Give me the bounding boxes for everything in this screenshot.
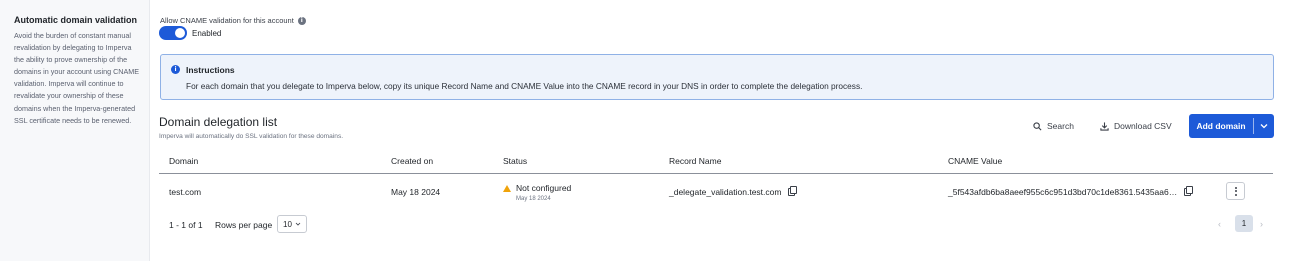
table-header: Domain Created on Status Record Name CNA… (159, 148, 1273, 174)
row-actions-menu-button[interactable] (1226, 182, 1245, 200)
main-panel: Allow CNAME validation for this account … (150, 0, 1295, 261)
status-date: May 18 2024 (516, 196, 551, 202)
section-title: Automatic domain validation (14, 15, 138, 25)
status-cell: Not configured May 18 2024 (503, 183, 571, 202)
rows-per-page-value: 10 (283, 219, 292, 229)
info-icon: i (171, 65, 180, 74)
record-name-cell: _delegate_validation.test.com (669, 186, 798, 197)
list-title: Domain delegation list (159, 115, 278, 129)
column-header-record-name[interactable]: Record Name (669, 156, 721, 166)
previous-page-button[interactable]: ‹ (1218, 219, 1221, 229)
record-name-value: _delegate_validation.test.com (669, 187, 782, 197)
toggle-knob (175, 28, 185, 38)
cname-value-cell: _5f543afdb6ba8aeef955c6c951d3bd70c1de836… (948, 186, 1194, 197)
rows-per-page-select[interactable]: 10 (277, 215, 307, 233)
copy-icon[interactable] (788, 186, 798, 196)
pagination-range: 1 - 1 of 1 (169, 220, 203, 230)
search-label: Search (1047, 121, 1074, 131)
domain-cell: test.com (169, 187, 202, 197)
toggle-label: Enabled (192, 28, 222, 38)
add-domain-button[interactable]: Add domain (1189, 114, 1274, 138)
column-header-status[interactable]: Status (503, 156, 527, 166)
warning-icon (503, 184, 511, 192)
chevron-down-icon (295, 222, 301, 226)
column-header-cname-value[interactable]: CNAME Value (948, 156, 1002, 166)
list-subtitle: Imperva will automatically do SSL valida… (159, 133, 344, 140)
column-header-created[interactable]: Created on (391, 156, 433, 166)
cname-validation-toggle[interactable] (159, 26, 187, 40)
status-text: Not configured (516, 183, 572, 193)
section-description: Avoid the burden of constant manual reva… (14, 31, 140, 125)
download-csv-button[interactable]: Download CSV (1100, 121, 1172, 131)
cname-toggle-row: Enabled (159, 26, 221, 40)
cname-value: _5f543afdb6ba8aeef955c6c951d3bd70c1de836… (948, 187, 1178, 197)
table-row: test.com May 18 2024 Not configured May … (159, 175, 1273, 208)
instructions-title: Instructions (186, 65, 235, 75)
rows-per-page-label: Rows per page (215, 220, 273, 230)
cname-setting-label-row: Allow CNAME validation for this account … (160, 16, 306, 25)
download-icon (1100, 121, 1109, 131)
copy-icon[interactable] (1184, 186, 1194, 196)
instructions-banner: i Instructions For each domain that you … (160, 54, 1274, 100)
column-header-domain[interactable]: Domain (169, 156, 198, 166)
kebab-dot (1234, 193, 1237, 196)
page-1-button[interactable]: 1 (1235, 215, 1253, 232)
created-cell: May 18 2024 (391, 187, 441, 197)
info-icon[interactable]: i (297, 16, 306, 25)
kebab-dot (1234, 186, 1237, 189)
add-domain-label: Add domain (1196, 121, 1246, 131)
cname-setting-label: Allow CNAME validation for this account (160, 16, 294, 25)
chevron-down-icon[interactable] (1254, 123, 1274, 129)
search-button[interactable]: Search (1033, 121, 1074, 131)
download-csv-label: Download CSV (1114, 121, 1172, 131)
next-page-button[interactable]: › (1260, 219, 1263, 229)
settings-sidebar: Automatic domain validation Avoid the bu… (0, 0, 150, 261)
kebab-dot (1234, 190, 1237, 192)
instructions-text: For each domain that you delegate to Imp… (186, 81, 863, 91)
search-icon (1033, 121, 1042, 130)
